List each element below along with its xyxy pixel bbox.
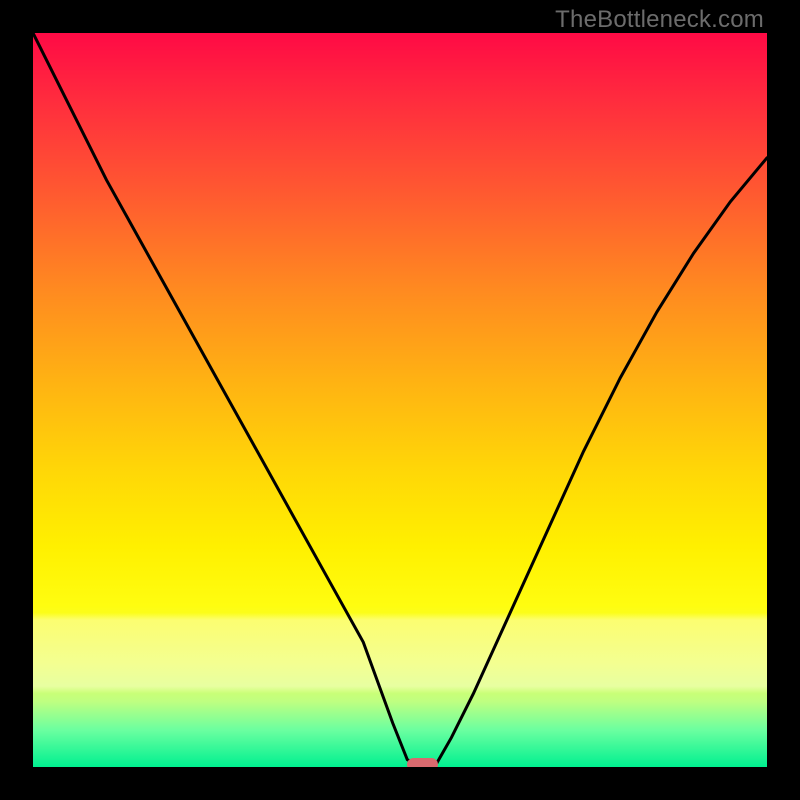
plot-area bbox=[33, 33, 767, 767]
optimal-marker bbox=[407, 758, 438, 767]
bottleneck-curve bbox=[33, 33, 767, 767]
watermark-text: TheBottleneck.com bbox=[555, 6, 764, 34]
